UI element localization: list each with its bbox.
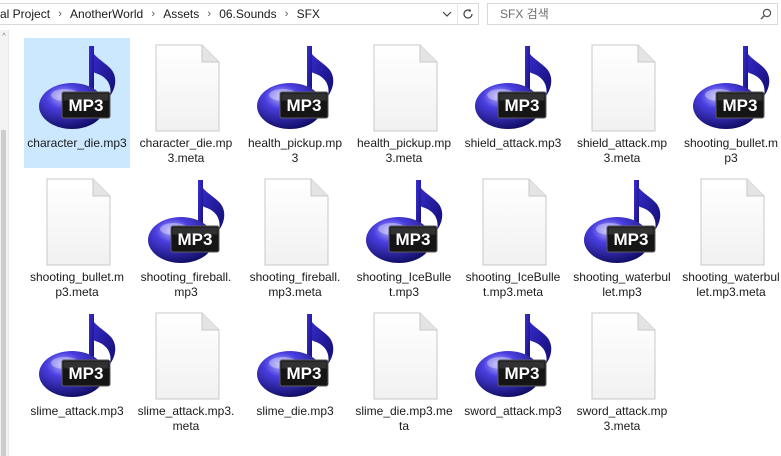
file-name-label: shooting_bullet.mp3.meta bbox=[29, 270, 125, 299]
blank-file-icon bbox=[359, 310, 451, 402]
file-item-mp3[interactable]: MP3 slime_die.mp3 bbox=[242, 306, 348, 436]
mp3-badge-label: MP3 bbox=[178, 230, 213, 249]
blank-file-icon bbox=[141, 310, 233, 402]
mp3-audio-icon: MP3 bbox=[468, 42, 560, 134]
search-icon[interactable] bbox=[755, 8, 777, 20]
file-item-meta[interactable]: character_die.mp3.meta bbox=[133, 38, 239, 168]
mp3-badge-label: MP3 bbox=[287, 364, 322, 383]
blank-file-icon bbox=[577, 42, 669, 134]
blank-file-icon bbox=[577, 310, 669, 402]
file-item-mp3[interactable]: MP3 shooting_bullet.mp3 bbox=[678, 38, 781, 168]
file-name-label: shooting_IceBullet.mp3.meta bbox=[465, 270, 561, 299]
file-item-meta[interactable]: shooting_waterbullet.mp3.meta bbox=[678, 172, 781, 302]
breadcrumb-separator[interactable]: › bbox=[145, 4, 161, 24]
file-name-label: slime_die.mp3.meta bbox=[355, 404, 453, 433]
breadcrumb-separator[interactable]: › bbox=[279, 4, 295, 24]
file-item-mp3[interactable]: MP3 shooting_fireball.mp3 bbox=[133, 172, 239, 302]
address-bar[interactable]: al Project › AnotherWorld › Assets › 06.… bbox=[0, 3, 479, 25]
file-item-mp3[interactable]: MP3 shooting_IceBullet.mp3 bbox=[351, 172, 457, 302]
mp3-audio-icon: MP3 bbox=[250, 42, 342, 134]
blank-file-icon bbox=[141, 42, 233, 134]
file-name-label: shield_attack.mp3 bbox=[464, 136, 562, 150]
mp3-audio-icon: MP3 bbox=[359, 176, 451, 268]
refresh-icon bbox=[463, 8, 473, 19]
file-name-label: shield_attack.mp3.meta bbox=[576, 136, 668, 165]
mp3-badge-label: MP3 bbox=[69, 96, 104, 115]
mp3-audio-icon: MP3 bbox=[686, 42, 778, 134]
breadcrumb-item-anotherworld[interactable]: AnotherWorld bbox=[68, 4, 145, 24]
file-item-meta[interactable]: shield_attack.mp3.meta bbox=[569, 38, 675, 168]
file-item-meta[interactable]: shooting_bullet.mp3.meta bbox=[24, 172, 130, 302]
search-box[interactable] bbox=[487, 3, 778, 25]
mp3-badge-label: MP3 bbox=[287, 96, 322, 115]
file-name-label: shooting_fireball.mp3 bbox=[140, 270, 232, 299]
file-name-label: shooting_waterbullet.mp3 bbox=[573, 270, 671, 299]
mp3-badge-label: MP3 bbox=[723, 96, 758, 115]
file-name-label: shooting_bullet.mp3 bbox=[683, 136, 779, 165]
search-input[interactable] bbox=[498, 4, 755, 24]
mp3-audio-icon: MP3 bbox=[32, 42, 124, 134]
file-item-meta[interactable]: slime_die.mp3.meta bbox=[351, 306, 457, 436]
blank-file-icon bbox=[32, 176, 124, 268]
refresh-button[interactable] bbox=[457, 4, 478, 24]
file-item-mp3[interactable]: MP3 health_pickup.mp3 bbox=[242, 38, 348, 168]
file-item-mp3[interactable]: MP3 character_die.mp3 bbox=[24, 38, 130, 168]
file-item-meta[interactable]: slime_attack.mp3.meta bbox=[133, 306, 239, 436]
breadcrumb-item-assets[interactable]: Assets bbox=[161, 4, 201, 24]
scroll-up-icon[interactable]: ^ bbox=[0, 33, 8, 40]
blank-file-icon bbox=[250, 176, 342, 268]
mp3-badge-label: MP3 bbox=[505, 364, 540, 383]
breadcrumb-separator[interactable]: › bbox=[52, 4, 68, 24]
file-name-label: slime_die.mp3 bbox=[256, 404, 334, 418]
navigation-pane-scrollbar[interactable]: ^ bbox=[0, 30, 9, 456]
mp3-badge-label: MP3 bbox=[505, 96, 540, 115]
file-name-label: character_die.mp3.meta bbox=[139, 136, 233, 165]
file-name-label: sword_attack.mp3.meta bbox=[576, 404, 668, 433]
file-name-label: slime_attack.mp3.meta bbox=[137, 404, 235, 433]
chevron-down-icon bbox=[442, 11, 452, 17]
file-name-label: sword_attack.mp3 bbox=[464, 404, 562, 418]
mp3-audio-icon: MP3 bbox=[577, 176, 669, 268]
blank-file-icon bbox=[468, 176, 560, 268]
file-item-meta[interactable]: shooting_fireball.mp3.meta bbox=[242, 172, 348, 302]
file-name-label: shooting_waterbullet.mp3.meta bbox=[682, 270, 780, 299]
file-name-label: health_pickup.mp3.meta bbox=[356, 136, 452, 165]
address-history-button[interactable] bbox=[437, 4, 457, 24]
blank-file-icon bbox=[686, 176, 778, 268]
mp3-badge-label: MP3 bbox=[396, 230, 431, 249]
breadcrumb-item-project[interactable]: al Project bbox=[0, 4, 52, 24]
top-bar: al Project › AnotherWorld › Assets › 06.… bbox=[0, 0, 781, 30]
mp3-audio-icon: MP3 bbox=[250, 310, 342, 402]
mp3-badge-label: MP3 bbox=[614, 230, 649, 249]
breadcrumb: al Project › AnotherWorld › Assets › 06.… bbox=[0, 4, 437, 24]
file-name-label: health_pickup.mp3 bbox=[247, 136, 343, 165]
file-item-meta[interactable]: shooting_IceBullet.mp3.meta bbox=[460, 172, 566, 302]
file-name-label: slime_attack.mp3 bbox=[30, 404, 124, 418]
breadcrumb-item-sounds[interactable]: 06.Sounds bbox=[217, 4, 278, 24]
blank-file-icon bbox=[359, 42, 451, 134]
mp3-badge-label: MP3 bbox=[69, 364, 104, 383]
file-name-label: character_die.mp3 bbox=[27, 136, 127, 150]
file-item-mp3[interactable]: MP3 sword_attack.mp3 bbox=[460, 306, 566, 436]
file-item-mp3[interactable]: MP3 shooting_waterbullet.mp3 bbox=[569, 172, 675, 302]
file-name-label: shooting_IceBullet.mp3 bbox=[356, 270, 452, 299]
mp3-audio-icon: MP3 bbox=[32, 310, 124, 402]
breadcrumb-item-sfx[interactable]: SFX bbox=[295, 4, 322, 24]
scrollbar-thumb[interactable] bbox=[1, 130, 6, 456]
file-item-mp3[interactable]: MP3 slime_attack.mp3 bbox=[24, 306, 130, 436]
mp3-audio-icon: MP3 bbox=[141, 176, 233, 268]
file-item-meta[interactable]: health_pickup.mp3.meta bbox=[351, 38, 457, 168]
breadcrumb-separator[interactable]: › bbox=[201, 4, 217, 24]
file-name-label: shooting_fireball.mp3.meta bbox=[249, 270, 341, 299]
mp3-audio-icon: MP3 bbox=[468, 310, 560, 402]
file-item-mp3[interactable]: MP3 shield_attack.mp3 bbox=[460, 38, 566, 168]
file-item-meta[interactable]: sword_attack.mp3.meta bbox=[569, 306, 675, 436]
